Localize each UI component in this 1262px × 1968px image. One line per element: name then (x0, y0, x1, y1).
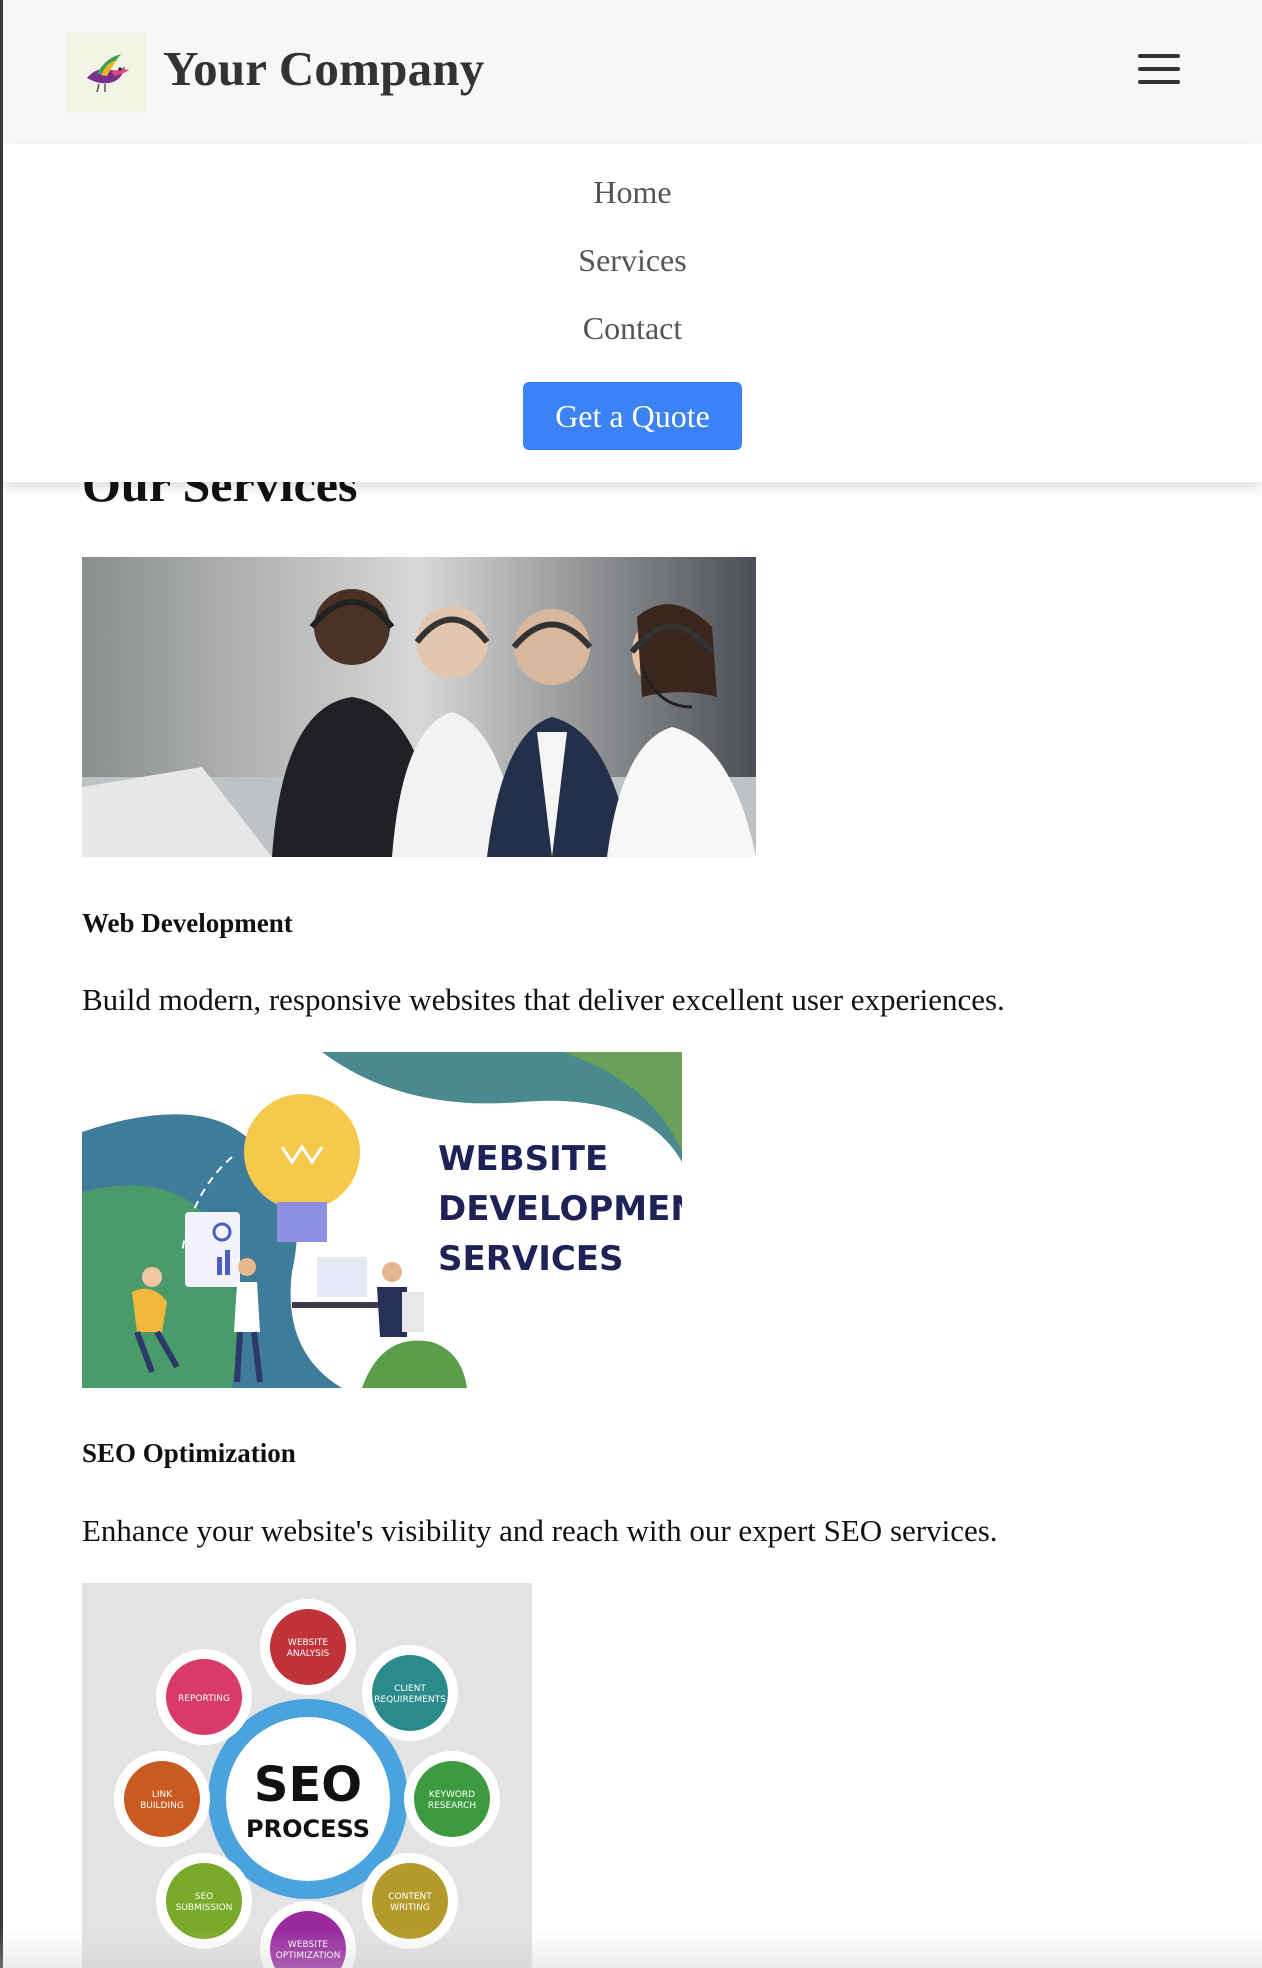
seo-center-bottom: PROCESS (246, 1815, 370, 1843)
service-description-seo-optimization: Enhance your website's visibility and re… (82, 1513, 998, 1548)
image-text-development: DEVELOPMENT (438, 1189, 682, 1229)
bird-logo-icon[interactable] (66, 33, 146, 113)
nav-link-services[interactable]: Services (3, 242, 1262, 279)
service-description-web-development: Build modern, responsive websites that d… (82, 982, 1005, 1017)
svg-text:CONTENT: CONTENT (388, 1892, 432, 1902)
svg-text:RESEARCH: RESEARCH (428, 1801, 476, 1811)
svg-text:REPORTING: REPORTING (178, 1694, 230, 1704)
service-title-seo-optimization: SEO Optimization (82, 1438, 296, 1468)
service-title-web-development: Web Development (82, 908, 293, 938)
svg-text:KEYWORD: KEYWORD (429, 1790, 475, 1800)
get-quote-button[interactable]: Get a Quote (523, 382, 742, 450)
svg-text:CLIENT: CLIENT (394, 1684, 426, 1694)
svg-text:SEO: SEO (195, 1892, 213, 1902)
svg-text:LINK: LINK (152, 1790, 173, 1800)
nav-link-contact[interactable]: Contact (3, 310, 1262, 347)
brand-name[interactable]: Your Company (163, 40, 484, 97)
svg-text:SUBMISSION: SUBMISSION (176, 1903, 233, 1913)
site-header: Your Company (3, 0, 1262, 144)
website-development-services-image: WEBSITE DEVELOPMENT SERVICES (82, 1052, 682, 1388)
nav-link-home[interactable]: Home (3, 174, 1262, 211)
svg-text:REQUIREMENTS: REQUIREMENTS (374, 1695, 446, 1705)
seo-process-image: SEO PROCESS WEBSITE ANALYSIS CLIENT REQUIR… (82, 1583, 532, 1968)
customer-support-team-image (82, 557, 756, 857)
svg-text:WEBSITE: WEBSITE (288, 1638, 328, 1648)
svg-text:WRITING: WRITING (390, 1903, 430, 1913)
svg-text:BUILDING: BUILDING (140, 1801, 184, 1811)
image-text-services: SERVICES (438, 1239, 624, 1279)
seo-center-top: SEO (254, 1757, 362, 1813)
mobile-nav-menu: Home Services Contact Get a Quote (3, 144, 1262, 482)
hamburger-menu-icon[interactable] (1138, 52, 1180, 86)
bottom-shadow (0, 1930, 1262, 1968)
svg-text:ANALYSIS: ANALYSIS (287, 1649, 330, 1659)
image-text-website: WEBSITE (438, 1139, 608, 1179)
